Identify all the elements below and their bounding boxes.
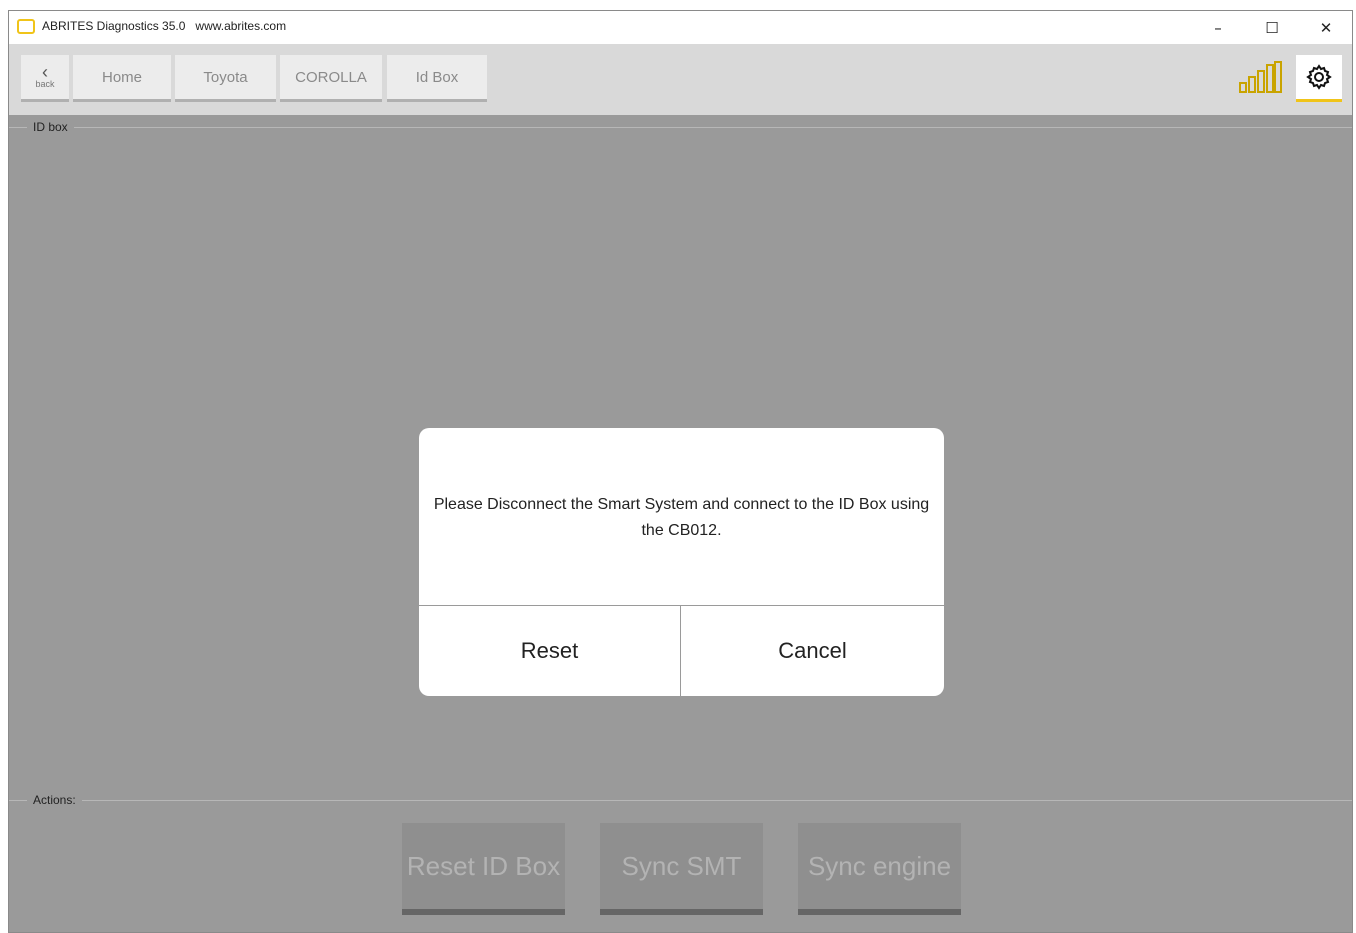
breadcrumb-home[interactable]: Home: [73, 55, 171, 102]
reset-button[interactable]: Reset: [419, 606, 680, 696]
close-button[interactable]: ✕: [1299, 11, 1352, 44]
dialog-message: Please Disconnect the Smart System and c…: [433, 496, 930, 539]
confirmation-dialog: Please Disconnect the Smart System and c…: [419, 428, 944, 696]
breadcrumb-id-box[interactable]: Id Box: [387, 55, 487, 102]
reset-id-box-button[interactable]: Reset ID Box: [402, 823, 565, 915]
actions-group: Actions:: [9, 793, 1352, 807]
maximize-button[interactable]: ☐: [1245, 11, 1299, 44]
breadcrumb-toyota[interactable]: Toyota: [175, 55, 276, 102]
back-label: back: [35, 79, 55, 89]
gear-icon: [1306, 64, 1332, 90]
sync-smt-button[interactable]: Sync SMT: [600, 823, 763, 915]
back-button[interactable]: ‹ back: [21, 55, 69, 102]
abrites-logo-icon: [17, 19, 35, 34]
chevron-left-icon: ‹: [42, 62, 48, 82]
navigation-toolbar: ‹ back Home Toyota COROLLA Id Box: [9, 44, 1352, 115]
id-box-group: ID box: [9, 120, 1352, 134]
sync-engine-button[interactable]: Sync engine: [798, 823, 961, 915]
title-bar: ABRITES Diagnostics 35.0 www.abrites.com…: [9, 11, 1352, 44]
window-title: ABRITES Diagnostics 35.0 www.abrites.com: [42, 19, 287, 33]
id-box-legend: ID box: [27, 120, 74, 134]
settings-button[interactable]: [1296, 55, 1342, 102]
breadcrumb-corolla[interactable]: COROLLA: [280, 55, 382, 102]
cancel-button[interactable]: Cancel: [681, 606, 944, 696]
minimize-button[interactable]: –: [1191, 11, 1245, 44]
actions-legend: Actions:: [27, 793, 82, 807]
signal-bars-icon: [1239, 61, 1282, 93]
